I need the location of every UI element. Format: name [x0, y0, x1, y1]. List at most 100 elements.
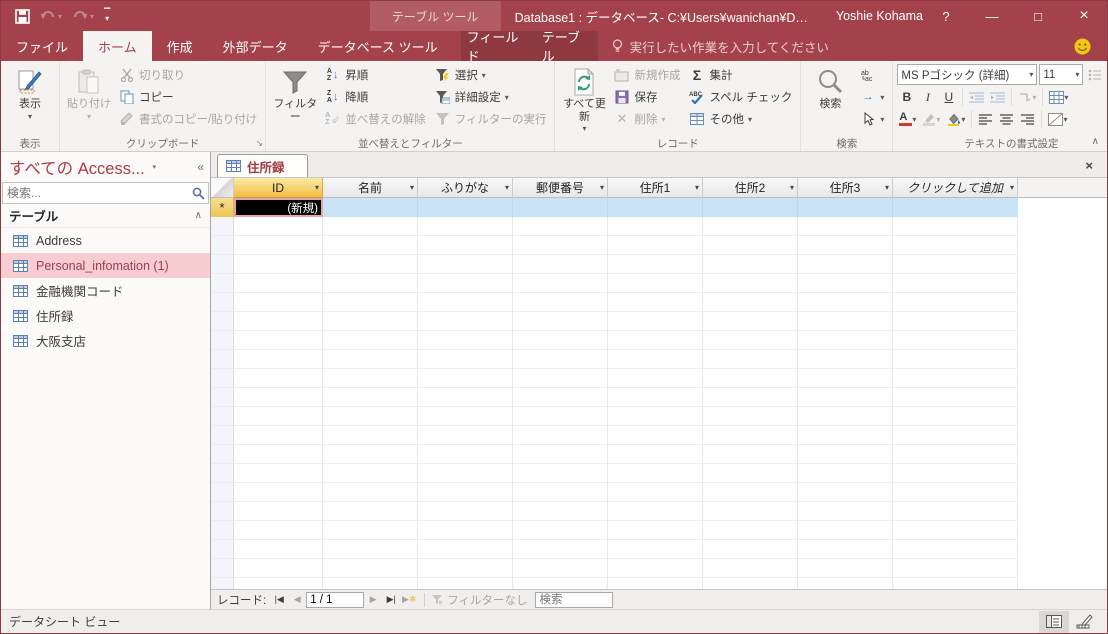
- new-record-id-cell[interactable]: (新規): [234, 198, 323, 217]
- column-header-name[interactable]: 名前 ▾: [323, 178, 418, 198]
- new-record-cell-address2[interactable]: [703, 198, 798, 217]
- nav-item-osaka-branch[interactable]: 大阪支店: [1, 328, 210, 353]
- toggle-filter-button[interactable]: フィルターの実行: [430, 108, 551, 130]
- column-dropdown-icon[interactable]: ▾: [315, 183, 319, 192]
- new-record-cell-furigana[interactable]: [418, 198, 513, 217]
- account-name[interactable]: Yoshie Kohama: [836, 9, 923, 23]
- column-dropdown-icon[interactable]: ▾: [1010, 183, 1014, 192]
- datasheet-grid[interactable]: [211, 217, 1107, 589]
- font-color-button[interactable]: A ▾: [897, 109, 918, 129]
- align-center-button[interactable]: [997, 109, 1016, 129]
- column-header-address3[interactable]: 住所3 ▾: [798, 178, 893, 198]
- paste-button[interactable]: 貼り付け ▾: [64, 64, 114, 135]
- totals-button[interactable]: Σ 集計: [684, 64, 796, 86]
- align-right-button[interactable]: [1018, 109, 1037, 129]
- copy-button[interactable]: コピー: [114, 86, 261, 108]
- column-header-furigana[interactable]: ふりがな ▾: [418, 178, 513, 198]
- nav-pane-menu-icon[interactable]: ▾: [147, 160, 162, 175]
- gridlines-button[interactable]: ▾: [1047, 87, 1070, 107]
- bold-button[interactable]: B: [897, 87, 916, 107]
- background-color-button[interactable]: ▾: [944, 109, 967, 129]
- collapse-ribbon-icon[interactable]: ∧: [1092, 136, 1099, 147]
- clear-sort-button[interactable]: A Z ⇙ 並べ替えの解除: [320, 108, 430, 130]
- nav-item-address-book[interactable]: 住所録: [1, 303, 210, 328]
- column-header-id[interactable]: ID ▾: [234, 178, 323, 198]
- delete-record-button[interactable]: ✕ 削除 ▾: [609, 108, 684, 130]
- shutter-bar-icon[interactable]: «: [197, 160, 204, 174]
- underline-button[interactable]: U: [939, 87, 958, 107]
- goto-button[interactable]: → ▾: [855, 86, 888, 108]
- nav-pane-title[interactable]: すべての Access...: [9, 155, 145, 179]
- column-header-click-to-add[interactable]: クリックして追加 ▾: [893, 178, 1018, 198]
- column-dropdown-icon[interactable]: ▾: [600, 183, 604, 192]
- nav-search-icon[interactable]: [188, 187, 208, 200]
- find-button[interactable]: 検索: [805, 64, 855, 135]
- column-header-address2[interactable]: 住所2 ▾: [703, 178, 798, 198]
- save-button[interactable]: [15, 8, 30, 24]
- format-painter-button[interactable]: 書式のコピー/貼り付け: [114, 108, 261, 130]
- column-header-postal-code[interactable]: 郵便番号 ▾: [513, 178, 608, 198]
- design-view-button[interactable]: [1069, 611, 1099, 633]
- tab-file[interactable]: ファイル: [1, 31, 83, 61]
- more-button[interactable]: その他 ▾: [684, 108, 796, 130]
- last-record-button[interactable]: ▶|: [382, 594, 400, 605]
- cut-button[interactable]: 切り取り: [114, 64, 261, 86]
- next-record-button[interactable]: ▶: [364, 594, 382, 605]
- sort-ascending-button[interactable]: A Z ↓ 昇順: [320, 64, 430, 86]
- filter-button[interactable]: フィルター: [270, 64, 320, 135]
- column-dropdown-icon[interactable]: ▾: [410, 183, 414, 192]
- tab-fields[interactable]: フィールド: [461, 30, 536, 64]
- previous-record-button[interactable]: ◀: [288, 594, 306, 605]
- redo-button[interactable]: ▾: [72, 10, 94, 23]
- new-blank-record-button[interactable]: ▶✱: [400, 594, 418, 605]
- column-dropdown-icon[interactable]: ▾: [695, 183, 699, 192]
- replace-button[interactable]: ab ac: [855, 64, 888, 86]
- column-dropdown-icon[interactable]: ▾: [790, 183, 794, 192]
- refresh-all-button[interactable]: すべて更新 ▾: [559, 64, 609, 135]
- nav-search-input[interactable]: [3, 186, 188, 200]
- align-left-button[interactable]: [976, 109, 995, 129]
- column-header-address1[interactable]: 住所1 ▾: [608, 178, 703, 198]
- new-record-cell-name[interactable]: [323, 198, 418, 217]
- nav-item-address[interactable]: Address: [1, 228, 210, 253]
- tab-create[interactable]: 作成: [152, 31, 208, 61]
- tab-external-data[interactable]: 外部データ: [208, 31, 303, 61]
- feedback-button[interactable]: [1074, 31, 1091, 61]
- paragraph-direction-button[interactable]: ▾: [1016, 87, 1038, 107]
- tab-home[interactable]: ホーム: [83, 31, 152, 61]
- datasheet-view-button[interactable]: [1039, 610, 1069, 633]
- document-close-icon[interactable]: ×: [1085, 158, 1093, 173]
- help-button[interactable]: ?: [923, 1, 969, 31]
- column-dropdown-icon[interactable]: ▾: [885, 183, 889, 192]
- new-record-cell-address1[interactable]: [608, 198, 703, 217]
- first-record-button[interactable]: |◀: [270, 594, 288, 605]
- close-button[interactable]: ×: [1061, 1, 1107, 31]
- undo-button[interactable]: ▾: [40, 10, 62, 23]
- nav-item-financial-code[interactable]: 金融機関コード: [1, 278, 210, 303]
- filter-status-button[interactable]: フィルターなし: [431, 592, 527, 608]
- new-record-button[interactable]: 新規作成: [609, 64, 684, 86]
- spelling-button[interactable]: ABC スペル チェック: [684, 86, 796, 108]
- new-record-cell-add[interactable]: [893, 198, 1018, 217]
- highlight-color-button[interactable]: ▾: [920, 109, 942, 129]
- nav-item-personal-infomation[interactable]: Personal_infomation (1): [1, 253, 210, 278]
- sort-descending-button[interactable]: Z A ↓ 降順: [320, 86, 430, 108]
- font-name-combo[interactable]: MS Pゴシック (詳細) ▾: [897, 64, 1038, 85]
- qat-customize-button[interactable]: ▔ ▾: [104, 9, 110, 23]
- tab-db-tools[interactable]: データベース ツール: [303, 31, 453, 61]
- record-search-input[interactable]: [535, 591, 614, 608]
- save-record-button[interactable]: 保存: [609, 86, 684, 108]
- selection-button[interactable]: 選択 ▾: [430, 64, 551, 86]
- minimize-button[interactable]: —: [969, 1, 1015, 31]
- advanced-filter-button[interactable]: 詳細設定 ▾: [430, 86, 551, 108]
- document-tab-address-book[interactable]: 住所録: [217, 154, 308, 177]
- italic-button[interactable]: I: [918, 87, 937, 107]
- tell-me-box[interactable]: 実行したい作業を入力してください: [598, 31, 829, 61]
- view-button[interactable]: 表示 ▾: [5, 64, 55, 135]
- nav-section-tables[interactable]: テーブル ∧: [1, 204, 210, 228]
- datasheet-format-button[interactable]: ▾: [1046, 109, 1069, 129]
- record-position-box[interactable]: [306, 591, 365, 608]
- new-record-cell-postal-code[interactable]: [513, 198, 608, 217]
- maximize-button[interactable]: □: [1015, 1, 1061, 31]
- select-button[interactable]: ▾: [855, 108, 888, 130]
